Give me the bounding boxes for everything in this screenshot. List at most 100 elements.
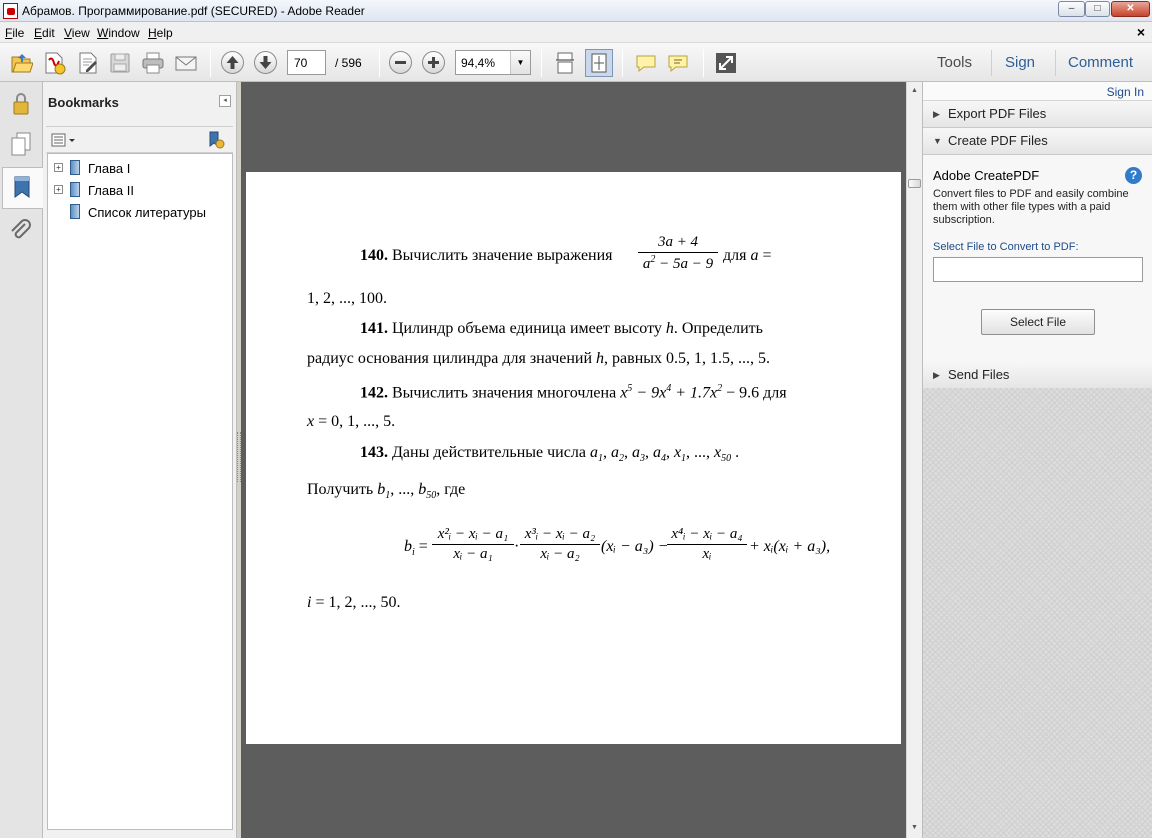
expand-arrow-icon: ▶ [933,370,940,380]
menu-view[interactable]: View [64,26,90,40]
problem-143-range: i = 1, 2, ..., 50. [307,594,401,611]
toolbar-separator [379,49,380,77]
section-label: Send Files [948,367,1010,382]
zoom-value: 94,4% [461,56,496,70]
problem-141-text: 141. Цилиндр объема единица имеет высоту… [360,320,763,337]
file-path-input[interactable] [933,257,1143,282]
tab-separator [991,50,992,76]
section-export-pdf[interactable]: ▶ Export PDF Files [923,101,1152,128]
document-close-icon[interactable]: × [1137,24,1145,40]
select-file-button[interactable]: Select File [981,309,1095,335]
bookmark-icon [70,160,80,175]
create-pdf-icon[interactable] [42,51,66,75]
pane-background [923,388,1152,838]
full-screen-icon[interactable] [714,51,738,75]
print-icon[interactable] [141,51,165,75]
fraction-bar [638,252,718,253]
menu-edit[interactable]: Edit [34,26,55,40]
window-title: Абрамов. Программирование.pdf (SECURED) … [22,4,365,18]
minimize-button[interactable]: – [1058,1,1085,17]
problem-142-line2: x = 0, 1, ..., 5. [307,413,396,430]
adobe-reader-icon [3,3,18,19]
section-create-pdf[interactable]: ▼ Create PDF Files [923,128,1152,155]
vertical-scrollbar[interactable]: ▲ ▼ [906,82,922,838]
problem-140-tail: для a = [723,247,772,264]
save-icon[interactable] [108,51,132,75]
formula-tail: + xᵢ(xᵢ + a₃), [749,538,831,555]
fraction-140: 3a + 4 a2 − 5a − 9 [638,234,718,273]
bookmarks-panel: Bookmarks ◂ + Глава I + Глава II Список … [43,82,237,838]
zoom-out-button[interactable] [389,51,412,74]
bookmark-label: Глава I [88,161,131,176]
toolbar-separator [541,49,542,77]
lock-icon[interactable] [5,88,37,120]
arrow-down-icon [259,56,272,69]
page-number-input[interactable]: 70 [287,50,326,75]
problem-text: Вычислить значение выражения [388,247,613,264]
fit-page-button[interactable] [585,49,613,77]
sign-in-link[interactable]: Sign In [1107,85,1144,99]
options-menu-icon[interactable] [51,133,77,147]
email-icon[interactable] [174,51,198,75]
bookmark-label: Список литературы [88,205,206,220]
arrow-up-icon [226,56,239,69]
chevron-down-icon[interactable]: ▼ [510,51,530,74]
section-send-files[interactable]: ▶ Send Files [923,362,1152,389]
zoom-in-button[interactable] [422,51,445,74]
previous-page-button[interactable] [221,51,244,74]
bookmark-item[interactable]: + Глава I [52,160,228,178]
section-label: Export PDF Files [948,106,1047,121]
formula-fraction-1: x²ᵢ − xᵢ − a₁ xᵢ − a₁ [432,526,514,563]
collapse-panel-icon[interactable]: ◂ [219,95,231,107]
menu-help[interactable]: Help [148,26,173,40]
formula-fraction-2: x³ᵢ − xᵢ − a₂ xᵢ − a₂ [520,526,600,563]
bookmarks-toolbar [46,126,233,153]
formula-middle: (xᵢ − a₃) − [601,538,669,555]
fraction-numerator: 3a + 4 [657,234,699,250]
menu-file[interactable]: File [5,26,24,40]
help-icon[interactable]: ? [1125,167,1142,184]
scroll-down-icon[interactable]: ▼ [907,820,922,835]
comment-icon[interactable] [634,51,658,75]
plus-icon [428,57,439,68]
select-file-label: Select File to Convert to PDF: [933,241,1079,253]
pages-icon[interactable] [5,128,37,160]
zoom-select[interactable]: 94,4% ▼ [455,50,531,75]
close-button[interactable]: ✕ [1111,1,1150,17]
bookmark-item[interactable]: Список литературы [52,204,228,222]
toolbar-separator [210,49,211,77]
problem-143-line2: Получить b1, ..., b50, где [307,481,466,502]
highlight-icon[interactable] [666,51,690,75]
bookmark-item[interactable]: + Глава II [52,182,228,200]
problem-140-text: 140. Вычислить значение выражения [360,247,613,265]
bookmark-icon [14,176,30,198]
bookmarks-panel-button[interactable] [2,167,43,209]
expand-arrow-icon: ▶ [933,109,940,119]
fraction-denominator: a2 − 5a − 9 [642,254,714,272]
menu-window[interactable]: Window [97,26,140,40]
scroll-up-icon[interactable]: ▲ [907,83,922,98]
next-page-button[interactable] [254,51,277,74]
expand-icon[interactable]: + [54,163,63,172]
maximize-button[interactable]: □ [1085,1,1110,17]
expand-bookmark-icon[interactable] [206,130,226,150]
tab-comment[interactable]: Comment [1068,54,1133,71]
scroll-thumb[interactable] [908,179,921,188]
problem-143-text: 143. Даны действительные числа a1, a2, a… [360,444,740,465]
scroll-mode-icon[interactable] [553,51,577,75]
toolbar-separator [622,49,623,77]
problem-number: 140. [360,247,388,264]
attachment-icon[interactable] [5,216,37,248]
problem-141-line2: радиус основания цилиндра для значений h… [307,350,771,367]
title-bar: Абрамов. Программирование.pdf (SECURED) … [0,0,1152,22]
bookmark-icon [70,204,80,219]
bookmark-icon [70,182,80,197]
expand-icon[interactable]: + [54,185,63,194]
tab-sign[interactable]: Sign [1005,54,1035,71]
tab-tools[interactable]: Tools [937,54,972,71]
toolbar-separator [703,49,704,77]
bookmark-label: Глава II [88,183,134,198]
problem-142-text: 142. Вычислить значения многочлена x5 − … [360,383,787,402]
open-file-icon[interactable] [9,51,33,75]
edit-document-icon[interactable] [76,51,100,75]
